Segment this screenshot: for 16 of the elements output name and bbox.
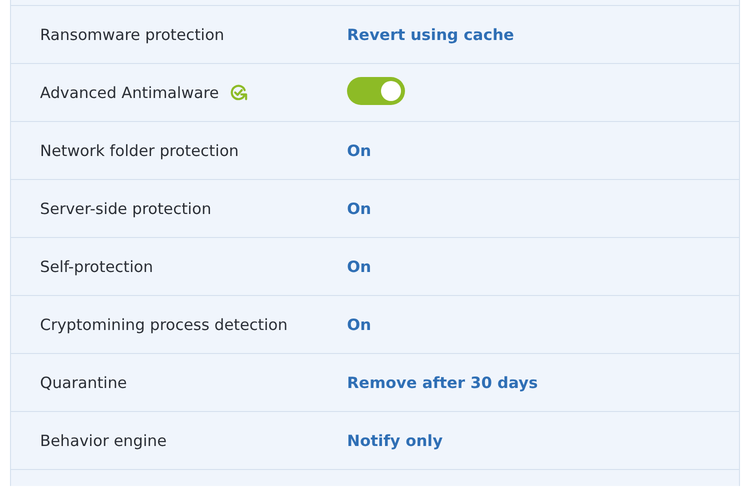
setting-label: Cryptomining process detection [40, 316, 288, 334]
setting-value-link[interactable]: On [347, 142, 372, 160]
setting-label: Network folder protection [40, 142, 239, 160]
setting-value-link[interactable]: Revert using cache [347, 26, 514, 44]
setting-label: Ransomware protection [40, 26, 224, 44]
setting-label: Self-protection [40, 258, 154, 276]
setting-label: Quarantine [40, 374, 127, 392]
setting-value-link[interactable]: Notify only [347, 432, 443, 450]
setting-value-link[interactable]: On [347, 258, 372, 276]
setting-label: Advanced Antimalware [40, 84, 219, 102]
setting-label: Behavior engine [40, 432, 167, 450]
setting-value-link[interactable]: Remove after 30 days [347, 374, 538, 392]
setting-value-link[interactable]: On [347, 200, 372, 218]
setting-value-link[interactable]: On [347, 316, 372, 334]
toggle-switch[interactable] [347, 76, 405, 104]
setting-label: Server-side protection [40, 200, 212, 218]
